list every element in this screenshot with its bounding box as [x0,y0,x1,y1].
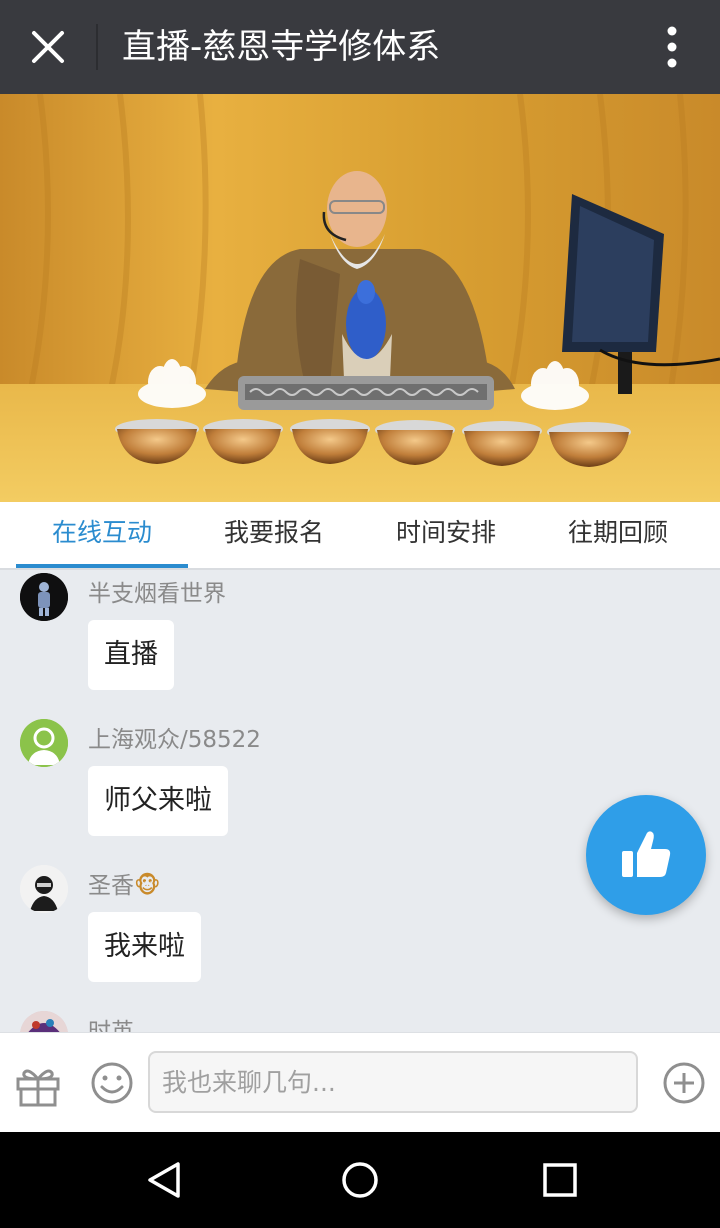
tab-schedule[interactable]: 时间安排 [360,502,532,568]
avatar[interactable] [20,1011,68,1032]
gift-button[interactable] [14,1061,62,1109]
default-user-avatar-icon [20,719,68,767]
more-vertical-icon [667,26,677,68]
nav-recents-button[interactable] [536,1156,584,1204]
avatar[interactable] [20,573,68,621]
user-avatar-icon [20,573,68,621]
emoji-button[interactable] [90,1061,134,1105]
message-bubble: 师父来啦 [88,766,228,836]
like-button[interactable] [586,795,706,915]
chat-input[interactable] [148,1051,638,1113]
thumbs-up-icon [622,831,671,877]
recents-square-icon [543,1163,577,1197]
page-title: 直播-慈恩寺学修体系 [122,27,441,67]
message-bubble: 直播 [88,620,174,690]
chat-list[interactable]: 半支烟看世界 直播 上海观众/58522 师父来啦 圣香🐵 我来啦 时英 [0,570,720,1032]
plus-circle-icon [663,1062,705,1104]
username-text: 圣香 [88,873,134,899]
system-nav-bar [0,1132,720,1228]
user-avatar-icon [20,865,68,913]
message-bubble: 我来啦 [88,912,201,982]
username: 半支烟看世界 [88,581,226,607]
monkey-emoji-icon: 🐵 [134,873,161,899]
tab-past-review[interactable]: 往期回顾 [532,502,704,568]
live-video-player[interactable] [0,94,720,502]
avatar[interactable] [20,719,68,767]
nav-back-button[interactable] [140,1156,188,1204]
close-button[interactable] [22,22,74,72]
top-bar: 直播-慈恩寺学修体系 [0,0,720,94]
more-actions-button[interactable] [662,1061,706,1105]
tab-bar: 在线互动 我要报名 时间安排 往期回顾 [0,502,720,570]
username: 上海观众/58522 [88,727,261,753]
more-button[interactable] [648,22,696,72]
active-tab-indicator [16,564,188,568]
username: 圣香🐵 [88,866,161,900]
top-divider [96,24,98,70]
tab-online-interaction[interactable]: 在线互动 [16,502,188,568]
tab-sign-up[interactable]: 我要报名 [188,502,360,568]
username: 时英 [88,1019,134,1032]
close-icon [32,31,64,63]
avatar[interactable] [20,865,68,913]
home-circle-icon [342,1162,378,1198]
gift-icon [16,1069,60,1107]
smiley-icon [91,1062,133,1104]
live-video-frame [0,94,720,502]
back-triangle-icon [148,1162,180,1198]
user-avatar-icon [20,1011,68,1032]
chat-input-bar [0,1032,720,1133]
nav-home-button[interactable] [336,1156,384,1204]
